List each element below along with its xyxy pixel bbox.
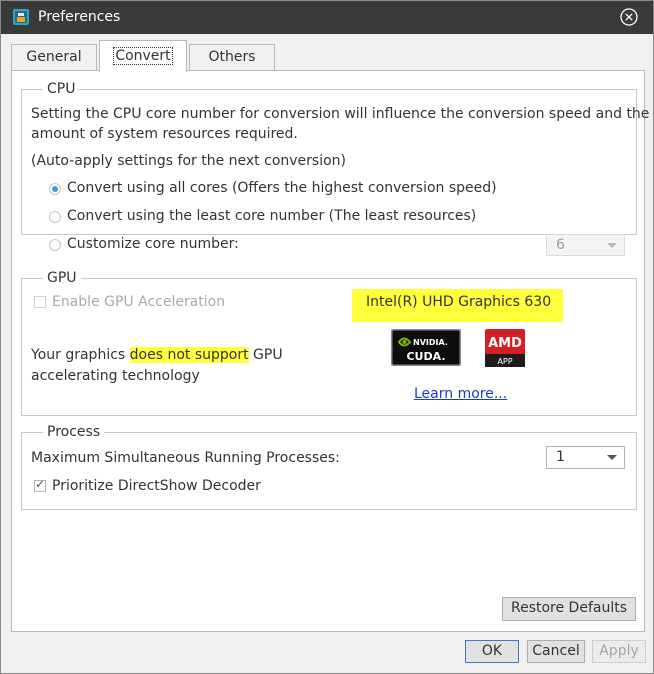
apply-button[interactable]: Apply xyxy=(592,640,646,663)
tab-convert[interactable]: Convert xyxy=(99,40,187,72)
preferences-dialog: Preferences General Convert Others CPU S… xyxy=(0,0,654,674)
tab-others-label: Others xyxy=(208,49,256,65)
ok-button[interactable]: OK xyxy=(465,640,519,663)
cpu-description-line1: Setting the CPU core number for conversi… xyxy=(31,106,650,122)
radio-all-cores-label[interactable]: Convert using all cores (Offers the high… xyxy=(67,178,497,198)
prioritize-directshow-label[interactable]: Prioritize DirectShow Decoder xyxy=(52,476,261,496)
gpu-group-title: GPU xyxy=(43,269,81,287)
close-icon[interactable] xyxy=(620,8,638,26)
prioritize-directshow-checkbox[interactable]: ✓ xyxy=(34,477,46,492)
gpu-support-text-part1: Your graphics xyxy=(31,347,130,363)
tab-general-label: General xyxy=(26,49,82,65)
chevron-down-icon xyxy=(607,243,617,248)
radio-customize-cores-label[interactable]: Customize core number: xyxy=(67,234,239,254)
max-processes-label: Maximum Simultaneous Running Processes: xyxy=(31,450,340,466)
tab-convert-label: Convert xyxy=(113,47,173,65)
gpu-support-text-line1: Your graphics does not support GPU xyxy=(31,345,283,365)
cancel-button[interactable]: Cancel xyxy=(527,640,585,663)
radio-customize-cores[interactable] xyxy=(49,239,61,251)
nvidia-cuda-logo: NVIDIA. CUDA. xyxy=(391,329,461,366)
chevron-down-icon xyxy=(607,455,617,460)
title-bar[interactable]: Preferences xyxy=(1,1,653,34)
convert-tab-panel: CPU Setting the CPU core number for conv… xyxy=(11,70,649,632)
radio-least-cores-label[interactable]: Convert using the least core number (The… xyxy=(67,206,476,226)
cpu-group-title: CPU xyxy=(43,80,80,98)
radio-least-cores[interactable] xyxy=(49,211,61,223)
process-group: Process Maximum Simultaneous Running Pro… xyxy=(21,423,637,510)
auto-apply-note: (Auto-apply settings for the next conver… xyxy=(31,153,346,169)
tab-general[interactable]: General xyxy=(11,44,97,70)
app-icon xyxy=(13,9,29,25)
gpu-support-highlight: does not support xyxy=(129,347,249,363)
checkmark-icon: ✓ xyxy=(35,477,46,491)
cpu-group: CPU Setting the CPU core number for conv… xyxy=(21,80,649,256)
amd-app-logo: AMD APP xyxy=(485,329,525,367)
core-number-value: 6 xyxy=(556,237,565,253)
window-title: Preferences xyxy=(38,9,121,25)
max-processes-select[interactable]: 1 xyxy=(546,446,625,469)
core-number-select[interactable]: 6 xyxy=(546,234,625,256)
tab-others[interactable]: Others xyxy=(189,44,275,70)
restore-defaults-button[interactable]: Restore Defaults xyxy=(502,597,636,621)
gpu-group: GPU Enable GPU Acceleration Intel(R) UHD… xyxy=(21,269,637,416)
radio-all-cores[interactable] xyxy=(49,183,61,195)
graphics-name: Intel(R) UHD Graphics 630 xyxy=(366,294,552,310)
enable-gpu-label: Enable GPU Acceleration xyxy=(52,294,226,310)
amd-logo-text: AMD xyxy=(488,336,522,351)
nvidia-logo-text: NVIDIA. xyxy=(413,338,448,347)
learn-more-link[interactable]: Learn more... xyxy=(414,385,507,403)
app-logo-text: APP xyxy=(497,357,512,366)
process-group-title: Process xyxy=(43,423,105,441)
enable-gpu-checkbox[interactable] xyxy=(34,296,46,308)
cuda-logo-text: CUDA. xyxy=(406,350,445,363)
gpu-support-text-part2: GPU xyxy=(248,347,283,363)
max-processes-value: 1 xyxy=(556,449,565,465)
cpu-description-line2: amount of system resources required. xyxy=(31,126,298,142)
gpu-support-text-line2: accelerating technology xyxy=(31,368,200,384)
